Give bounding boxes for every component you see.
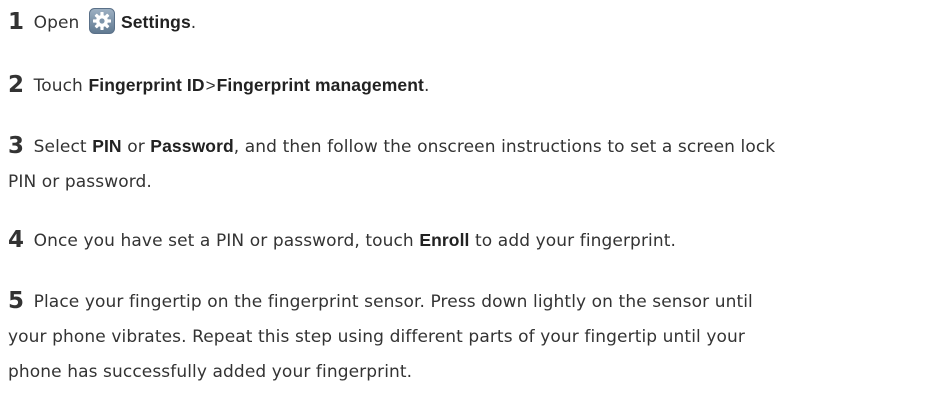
step-text: Touch: [33, 76, 83, 96]
fingerprint-management-label: Fingerprint management: [216, 75, 424, 95]
step-number: 2: [8, 72, 25, 98]
step-text: Place your fingertip on the fingerprint …: [33, 292, 753, 312]
step-number: 5: [8, 288, 25, 314]
punctuation: .: [190, 13, 197, 33]
step-text: or: [127, 137, 145, 157]
path-separator: >: [205, 76, 216, 95]
step-line: 5 Place your fingertip on the fingerprin…: [8, 285, 940, 318]
fingerprint-id-label: Fingerprint ID: [88, 75, 205, 95]
step-text: Once you have set a PIN or password, tou…: [33, 231, 414, 251]
step-5: 5 Place your fingertip on the fingerprin…: [8, 285, 940, 388]
step-1: 1 Open Settings.: [8, 6, 940, 39]
pin-label: PIN: [92, 136, 122, 156]
enroll-label: Enroll: [419, 230, 470, 250]
step-line: PIN or password.: [8, 172, 152, 192]
step-line: your phone vibrates. Repeat this step us…: [8, 327, 745, 347]
step-line: 3 Select PIN or Password, and then follo…: [8, 130, 940, 163]
step-4: 4 Once you have set a PIN or password, t…: [8, 224, 940, 257]
step-text: Open: [33, 13, 80, 33]
step-text: , and then follow the onscreen instructi…: [233, 137, 776, 157]
step-text: Select: [33, 137, 87, 157]
gear-icon: [88, 8, 115, 34]
punctuation: .: [423, 76, 430, 96]
step-3: 3 Select PIN or Password, and then follo…: [8, 130, 940, 198]
settings-label: Settings: [120, 12, 191, 32]
step-2: 2 Touch Fingerprint ID>Fingerprint manag…: [8, 69, 940, 102]
step-number: 1: [8, 9, 25, 35]
step-number: 4: [8, 227, 25, 253]
password-label: Password: [150, 136, 234, 156]
step-text: to add your fingerprint.: [475, 231, 677, 251]
step-number: 3: [8, 133, 25, 159]
step-line: phone has successfully added your finger…: [8, 362, 413, 382]
